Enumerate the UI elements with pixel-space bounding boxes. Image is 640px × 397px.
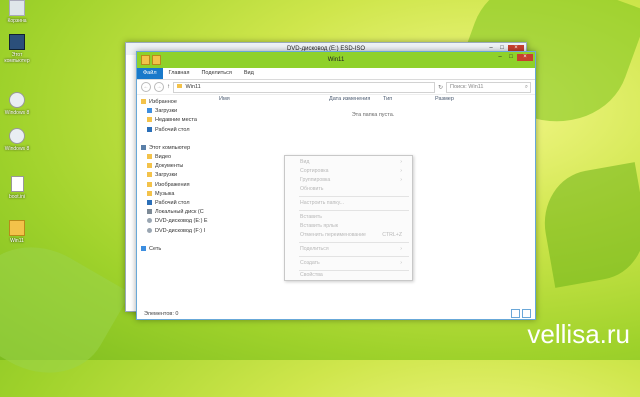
- disc-icon: [147, 227, 152, 233]
- desktop-icon-folder[interactable]: Win11: [2, 220, 32, 244]
- desktop-icon-disc-2[interactable]: Windows 8: [2, 128, 32, 152]
- details-view-icon[interactable]: [511, 309, 520, 318]
- music-icon: [147, 190, 152, 196]
- nav-item-dvd-f[interactable]: DVD-дисковод (F:) I: [137, 227, 211, 236]
- menu-item-properties[interactable]: Свойства: [300, 271, 408, 279]
- menu-separator: [299, 242, 409, 243]
- folder-icon: [9, 220, 25, 236]
- context-menu: Вид › Сортировка › Группировка › Обновить Н…: [284, 155, 413, 281]
- nav-item-music[interactable]: Музыка: [137, 190, 211, 199]
- menu-item-view[interactable]: Вид ›: [300, 158, 408, 166]
- empty-folder-text: Эта папка пуста.: [351, 112, 395, 118]
- search-input[interactable]: Поиск: Win11 ⌕: [446, 81, 531, 93]
- maximize-button[interactable]: □: [506, 54, 516, 61]
- file-icon: [10, 176, 24, 192]
- network-icon: [141, 245, 146, 251]
- picture-icon: [147, 181, 152, 187]
- status-text: Элементов: 0: [144, 311, 179, 317]
- nav-item-dvd-e[interactable]: DVD-дисковод (E:) E: [137, 217, 211, 226]
- desktop-icon: [147, 200, 152, 206]
- minimize-button[interactable]: –: [495, 54, 505, 61]
- column-name[interactable]: Имя: [219, 94, 329, 104]
- video-icon: [147, 154, 152, 160]
- address-row: ← → ↑ Win11 ↻ Поиск: Win11 ⌕: [137, 80, 535, 95]
- menu-item-group[interactable]: Группировка ›: [300, 176, 408, 184]
- nav-item-video[interactable]: Видео: [137, 153, 211, 162]
- document-icon: [147, 163, 152, 169]
- desktop-icon: [147, 126, 152, 132]
- menu-item-new[interactable]: Создать ›: [300, 259, 408, 267]
- status-bar: Элементов: 0: [137, 309, 535, 319]
- disc-icon: [147, 218, 152, 224]
- navigation-pane: Избранное Загрузки Недавние места Рабочи…: [137, 94, 211, 309]
- refresh-icon[interactable]: ↻: [438, 84, 443, 91]
- recycle-bin-icon: [9, 0, 25, 16]
- desktop-icon-file[interactable]: boot.ini: [2, 176, 32, 200]
- ribbon-tabs: Файл Главная Поделиться Вид: [137, 68, 535, 80]
- search-icon: ⌕: [524, 83, 528, 90]
- nav-item-desktop-pc[interactable]: Рабочий стол: [137, 199, 211, 208]
- folder-icon: [177, 83, 182, 88]
- large-icons-view-icon[interactable]: [522, 309, 531, 318]
- nav-item-documents[interactable]: Документы: [137, 162, 211, 171]
- nav-item-local-disk[interactable]: Локальный диск (C: [137, 208, 211, 217]
- download-icon: [147, 172, 152, 178]
- leaf-decoration: [536, 162, 640, 288]
- column-size[interactable]: Размер: [435, 94, 475, 104]
- disc-icon: [9, 92, 25, 108]
- window-title: Win11: [327, 57, 345, 63]
- menu-separator: [299, 256, 409, 257]
- quick-access-toolbar: [141, 55, 161, 65]
- column-date[interactable]: Дата изменения: [329, 94, 383, 104]
- column-type[interactable]: Тип: [383, 94, 435, 104]
- drive-icon: [147, 209, 152, 215]
- nav-item-desktop[interactable]: Рабочий стол: [137, 126, 211, 135]
- menu-item-paste[interactable]: Вставить: [300, 213, 408, 221]
- address-text: Win11: [185, 83, 201, 90]
- close-button[interactable]: ×: [517, 54, 533, 61]
- menu-item-customize[interactable]: Настроить папку...: [300, 199, 408, 207]
- back-arrow-icon[interactable]: ←: [141, 82, 151, 92]
- nav-favorites[interactable]: Избранное: [137, 98, 211, 107]
- desktop-icon-disc-1[interactable]: Windows 8: [2, 92, 32, 116]
- nav-this-pc[interactable]: Этот компьютер: [137, 144, 211, 153]
- desktop-icon-computer[interactable]: Этот компьютер: [2, 34, 32, 64]
- nav-item-downloads[interactable]: Загрузки: [137, 107, 211, 116]
- menu-item-refresh[interactable]: Обновить: [300, 185, 408, 193]
- column-headers: Имя Дата изменения Тип Размер: [211, 94, 535, 104]
- recent-icon: [147, 117, 152, 123]
- tab-share[interactable]: Поделиться: [195, 68, 237, 79]
- up-arrow-icon[interactable]: ↑: [167, 84, 170, 90]
- address-bar[interactable]: Win11: [173, 81, 435, 93]
- download-icon: [147, 108, 152, 114]
- nav-item-pictures[interactable]: Изображения: [137, 181, 211, 190]
- nav-network[interactable]: Сеть: [137, 245, 211, 254]
- folder-icon[interactable]: [152, 55, 161, 65]
- menu-item-sort[interactable]: Сортировка ›: [300, 167, 408, 175]
- computer-icon: [141, 144, 146, 150]
- tab-file[interactable]: Файл: [137, 68, 163, 79]
- menu-separator: [299, 210, 409, 211]
- computer-icon: [9, 34, 25, 50]
- menu-separator: [299, 196, 409, 197]
- watermark: vellisa.ru: [527, 319, 630, 349]
- nav-item-downloads-pc[interactable]: Загрузки: [137, 171, 211, 180]
- menu-item-share[interactable]: Поделиться ›: [300, 245, 408, 253]
- menu-item-paste-shortcut[interactable]: Вставить ярлык: [300, 222, 408, 230]
- tab-home[interactable]: Главная: [163, 68, 196, 79]
- desktop-icon-recycle-bin[interactable]: Корзина: [2, 0, 32, 24]
- disc-icon: [9, 128, 25, 144]
- folder-icon[interactable]: [141, 55, 150, 65]
- tab-view[interactable]: Вид: [238, 68, 260, 79]
- leaf-decoration: [0, 223, 131, 397]
- forward-arrow-icon[interactable]: →: [154, 82, 164, 92]
- menu-item-undo-rename[interactable]: Отменить переименование CTRL+Z: [300, 231, 408, 239]
- nav-item-recent[interactable]: Недавние места: [137, 116, 211, 125]
- window-titlebar[interactable]: Win11 – □ ×: [137, 52, 535, 68]
- star-icon: [141, 99, 146, 104]
